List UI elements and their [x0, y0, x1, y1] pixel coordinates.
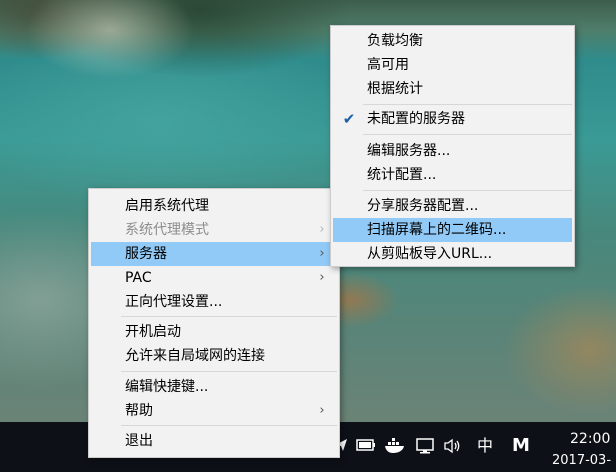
menu-item-label: 扫描屏幕上的二维码...	[367, 222, 507, 238]
submenu-item-edit-servers[interactable]: 编辑服务器...	[333, 139, 572, 163]
menu-item-enable-system-proxy[interactable]: 启用系统代理	[91, 194, 337, 218]
menu-item-label: 统计配置...	[367, 167, 437, 183]
menu-item-label: 系统代理模式	[125, 222, 209, 238]
chevron-right-icon: ›	[319, 246, 325, 261]
menu-item-label: 高可用	[367, 57, 409, 73]
menu-item-pac[interactable]: PAC ›	[91, 266, 337, 290]
menu-item-label: 编辑快捷键...	[125, 379, 209, 395]
menu-separator	[121, 371, 337, 372]
menu-item-servers[interactable]: 服务器 ›	[91, 242, 337, 266]
battery-icon[interactable]	[355, 438, 377, 456]
menu-item-label: 根据统计	[367, 81, 423, 97]
menu-item-system-proxy-mode: 系统代理模式 ›	[91, 218, 337, 242]
servers-submenu: 负载均衡 高可用 根据统计 ✔ 未配置的服务器 编辑服务器... 统计配置...…	[330, 25, 575, 267]
check-icon: ✔	[342, 110, 356, 128]
chevron-right-icon: ›	[319, 403, 325, 418]
menu-separator	[363, 190, 572, 191]
menu-item-start-on-boot[interactable]: 开机启动	[91, 320, 337, 344]
menu-separator	[121, 316, 337, 317]
menu-item-label: 服务器	[125, 246, 167, 262]
menu-item-label: 分享服务器配置...	[367, 198, 479, 214]
tray-context-menu: 启用系统代理 系统代理模式 › 服务器 › PAC › 正向代理设置... 开机…	[88, 188, 340, 458]
submenu-item-import-url-from-clipboard[interactable]: 从剪贴板导入URL...	[333, 242, 572, 266]
submenu-item-load-balance[interactable]: 负载均衡	[333, 29, 572, 53]
submenu-item-by-statistics[interactable]: 根据统计	[333, 77, 572, 101]
chevron-right-icon: ›	[319, 222, 325, 237]
menu-item-label: 未配置的服务器	[367, 111, 465, 127]
volume-icon[interactable]	[442, 438, 464, 456]
menu-item-allow-lan[interactable]: 允许来自局域网的连接	[91, 344, 337, 368]
menu-item-label: 负载均衡	[367, 33, 423, 49]
clock-date[interactable]: 2017-03-	[552, 452, 611, 470]
submenu-item-unconfigured-server[interactable]: ✔ 未配置的服务器	[333, 107, 572, 131]
menu-item-label: 允许来自局域网的连接	[125, 348, 265, 364]
menu-item-edit-hotkeys[interactable]: 编辑快捷键...	[91, 375, 337, 399]
submenu-item-high-availability[interactable]: 高可用	[333, 53, 572, 77]
menu-item-label: 启用系统代理	[125, 198, 209, 214]
menu-item-label: 正向代理设置...	[125, 294, 223, 310]
chevron-right-icon: ›	[319, 270, 325, 285]
menu-item-label: 开机启动	[125, 324, 181, 340]
menu-item-label: 退出	[125, 433, 153, 449]
clock-time[interactable]: 22:00	[570, 430, 610, 448]
docker-whale-icon[interactable]	[384, 438, 406, 456]
menu-separator	[121, 425, 337, 426]
network-icon[interactable]	[414, 438, 436, 456]
submenu-item-share-server-config[interactable]: 分享服务器配置...	[333, 194, 572, 218]
menu-item-label: PAC	[125, 270, 152, 286]
menu-item-label: 从剪贴板导入URL...	[367, 246, 493, 262]
submenu-item-statistics-config[interactable]: 统计配置...	[333, 163, 572, 187]
menu-item-label: 帮助	[125, 403, 153, 419]
submenu-item-scan-qr-code[interactable]: 扫描屏幕上的二维码...	[333, 218, 572, 242]
menu-separator	[363, 104, 572, 105]
menu-item-forward-proxy[interactable]: 正向代理设置...	[91, 290, 337, 314]
app-m-tray-icon[interactable]: M	[510, 435, 532, 457]
menu-item-quit[interactable]: 退出	[91, 429, 337, 453]
menu-separator	[363, 134, 572, 135]
input-method-indicator[interactable]: 中	[474, 435, 496, 457]
menu-item-label: 编辑服务器...	[367, 143, 451, 159]
menu-item-help[interactable]: 帮助 ›	[91, 399, 337, 423]
